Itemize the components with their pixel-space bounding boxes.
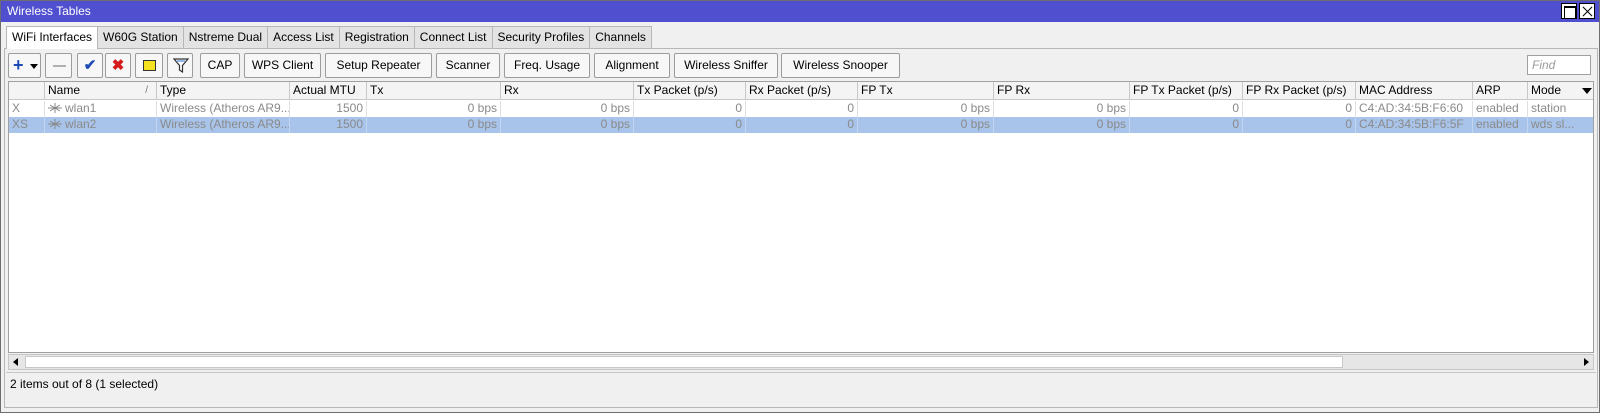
tab-w60g-station[interactable]: W60G Station — [97, 26, 184, 48]
type-column-header[interactable]: Type — [157, 82, 290, 100]
wps-client-button[interactable]: WPS Client — [244, 53, 321, 78]
wifi-interfaces-panel: + ✔ ✖ CAP WPS Client Setup Repeater Scan… — [4, 48, 1598, 408]
mac-address-column-header[interactable]: MAC Address — [1356, 82, 1473, 100]
note-icon — [143, 60, 156, 71]
cap-button[interactable]: CAP — [200, 53, 240, 78]
row-arp: enabled — [1473, 101, 1528, 117]
column-label: Name — [48, 83, 81, 97]
interface-name: wlan2 — [65, 117, 97, 131]
fp-rx-column-header[interactable]: FP Rx — [994, 82, 1130, 100]
row-actual-mtu: 1500 — [290, 117, 367, 133]
disable-button[interactable]: ✖ — [105, 53, 131, 78]
actual-mtu-column-header[interactable]: Actual MTU — [290, 82, 367, 100]
row-fp-tx: 0 bps — [858, 117, 994, 133]
find-input[interactable]: Find — [1527, 55, 1591, 75]
table-header: Name / Type Actual MTU Tx Rx Tx Packet (… — [9, 82, 1593, 100]
tab-connect-list[interactable]: Connect List — [413, 26, 493, 48]
alignment-button[interactable]: Alignment — [594, 53, 670, 78]
setup-repeater-button[interactable]: Setup Repeater — [325, 53, 432, 78]
row-fp-tx: 0 bps — [858, 101, 994, 117]
scrollbar-thumb[interactable] — [25, 356, 1343, 368]
maximize-button[interactable] — [1561, 3, 1577, 19]
tab-nstreme-dual[interactable]: Nstreme Dual — [182, 26, 269, 48]
enable-button[interactable]: ✔ — [77, 53, 103, 78]
flags-column-header[interactable] — [9, 82, 45, 100]
row-type: Wireless (Atheros AR9... — [157, 101, 290, 117]
row-tx: 0 bps — [367, 117, 501, 133]
row-mode: station — [1531, 101, 1567, 115]
title-bar[interactable]: Wireless Tables — [1, 1, 1599, 22]
row-rx: 0 bps — [501, 117, 634, 133]
row-rx: 0 bps — [501, 101, 634, 117]
row-tx: 0 bps — [367, 101, 501, 117]
sort-indicator: / — [145, 85, 148, 96]
scanner-button[interactable]: Scanner — [436, 53, 500, 78]
interface-name: wlan1 — [65, 101, 97, 115]
row-fp-rx: 0 bps — [994, 117, 1130, 133]
tx-column-header[interactable]: Tx — [367, 82, 501, 100]
row-tx-packet: 0 — [634, 117, 746, 133]
window-title: Wireless Tables — [7, 4, 91, 18]
wireless-sniffer-button[interactable]: Wireless Sniffer — [674, 53, 778, 78]
interfaces-table: Name / Type Actual MTU Tx Rx Tx Packet (… — [8, 81, 1594, 353]
freq-usage-button[interactable]: Freq. Usage — [504, 53, 590, 78]
row-fp-tx-packet: 0 — [1130, 101, 1243, 117]
tab-bar: WiFi Interfaces W60G Station Nstreme Dua… — [6, 26, 652, 49]
tab-registration[interactable]: Registration — [338, 26, 415, 48]
wireless-tables-window: Wireless Tables WiFi Interfaces W60G Sta… — [0, 0, 1600, 413]
column-menu-icon[interactable] — [1582, 88, 1592, 94]
chevron-down-icon — [30, 64, 38, 69]
row-mode: wds sl... — [1531, 117, 1575, 131]
checkmark-icon: ✔ — [83, 57, 97, 74]
rx-packet-column-header[interactable]: Rx Packet (p/s) — [746, 82, 858, 100]
row-mac-address: C4:AD:34:5B:F6:5F — [1356, 117, 1473, 133]
close-button[interactable] — [1579, 3, 1595, 19]
table-row[interactable]: XS wlan2 Wireless (Atheros AR9... 1500 0… — [9, 117, 1593, 133]
row-flags: XS — [9, 117, 45, 133]
minus-icon — [53, 65, 66, 67]
scroll-left-icon[interactable] — [13, 358, 18, 366]
tab-channels[interactable]: Channels — [589, 26, 652, 48]
row-rx-packet: 0 — [746, 117, 858, 133]
tab-security-profiles[interactable]: Security Profiles — [491, 26, 591, 48]
row-mac-address: C4:AD:34:5B:F6:60 — [1356, 101, 1473, 117]
row-arp: enabled — [1473, 117, 1528, 133]
row-type: Wireless (Atheros AR9... — [157, 117, 290, 133]
tab-access-list[interactable]: Access List — [267, 26, 340, 48]
fp-tx-packet-column-header[interactable]: FP Tx Packet (p/s) — [1130, 82, 1243, 100]
arp-column-header[interactable]: ARP — [1473, 82, 1528, 100]
comment-button[interactable] — [135, 53, 163, 78]
tab-wifi-interfaces[interactable]: WiFi Interfaces — [6, 26, 99, 49]
x-icon: ✖ — [111, 57, 125, 74]
remove-button[interactable] — [45, 53, 72, 78]
horizontal-scrollbar[interactable] — [8, 354, 1594, 370]
wireless-snooper-button[interactable]: Wireless Snooper — [781, 53, 900, 78]
row-fp-rx-packet: 0 — [1243, 101, 1356, 117]
row-rx-packet: 0 — [746, 101, 858, 117]
row-fp-rx: 0 bps — [994, 101, 1130, 117]
plus-icon: + — [13, 55, 24, 75]
wireless-interface-icon — [48, 103, 62, 113]
row-name-cell: wlan2 — [45, 117, 157, 133]
filter-button[interactable] — [167, 53, 193, 78]
name-column-header[interactable]: Name / — [45, 82, 157, 100]
row-flags: X — [9, 101, 45, 117]
table-row[interactable]: X wlan1 Wireless (Atheros AR9... 1500 0 … — [9, 101, 1593, 117]
status-bar: 2 items out of 8 (1 selected) — [6, 372, 1596, 394]
filter-icon — [173, 58, 189, 73]
fp-tx-column-header[interactable]: FP Tx — [858, 82, 994, 100]
fp-rx-packet-column-header[interactable]: FP Rx Packet (p/s) — [1243, 82, 1356, 100]
wireless-interface-icon — [48, 119, 62, 129]
row-name-cell: wlan1 — [45, 101, 157, 117]
row-tx-packet: 0 — [634, 101, 746, 117]
scroll-right-icon[interactable] — [1584, 358, 1589, 366]
tx-packet-column-header[interactable]: Tx Packet (p/s) — [634, 82, 746, 100]
add-button[interactable]: + — [8, 53, 41, 78]
row-fp-rx-packet: 0 — [1243, 117, 1356, 133]
rx-column-header[interactable]: Rx — [501, 82, 634, 100]
item-count-status: 2 items out of 8 (1 selected) — [10, 377, 159, 391]
row-actual-mtu: 1500 — [290, 101, 367, 117]
row-fp-tx-packet: 0 — [1130, 117, 1243, 133]
